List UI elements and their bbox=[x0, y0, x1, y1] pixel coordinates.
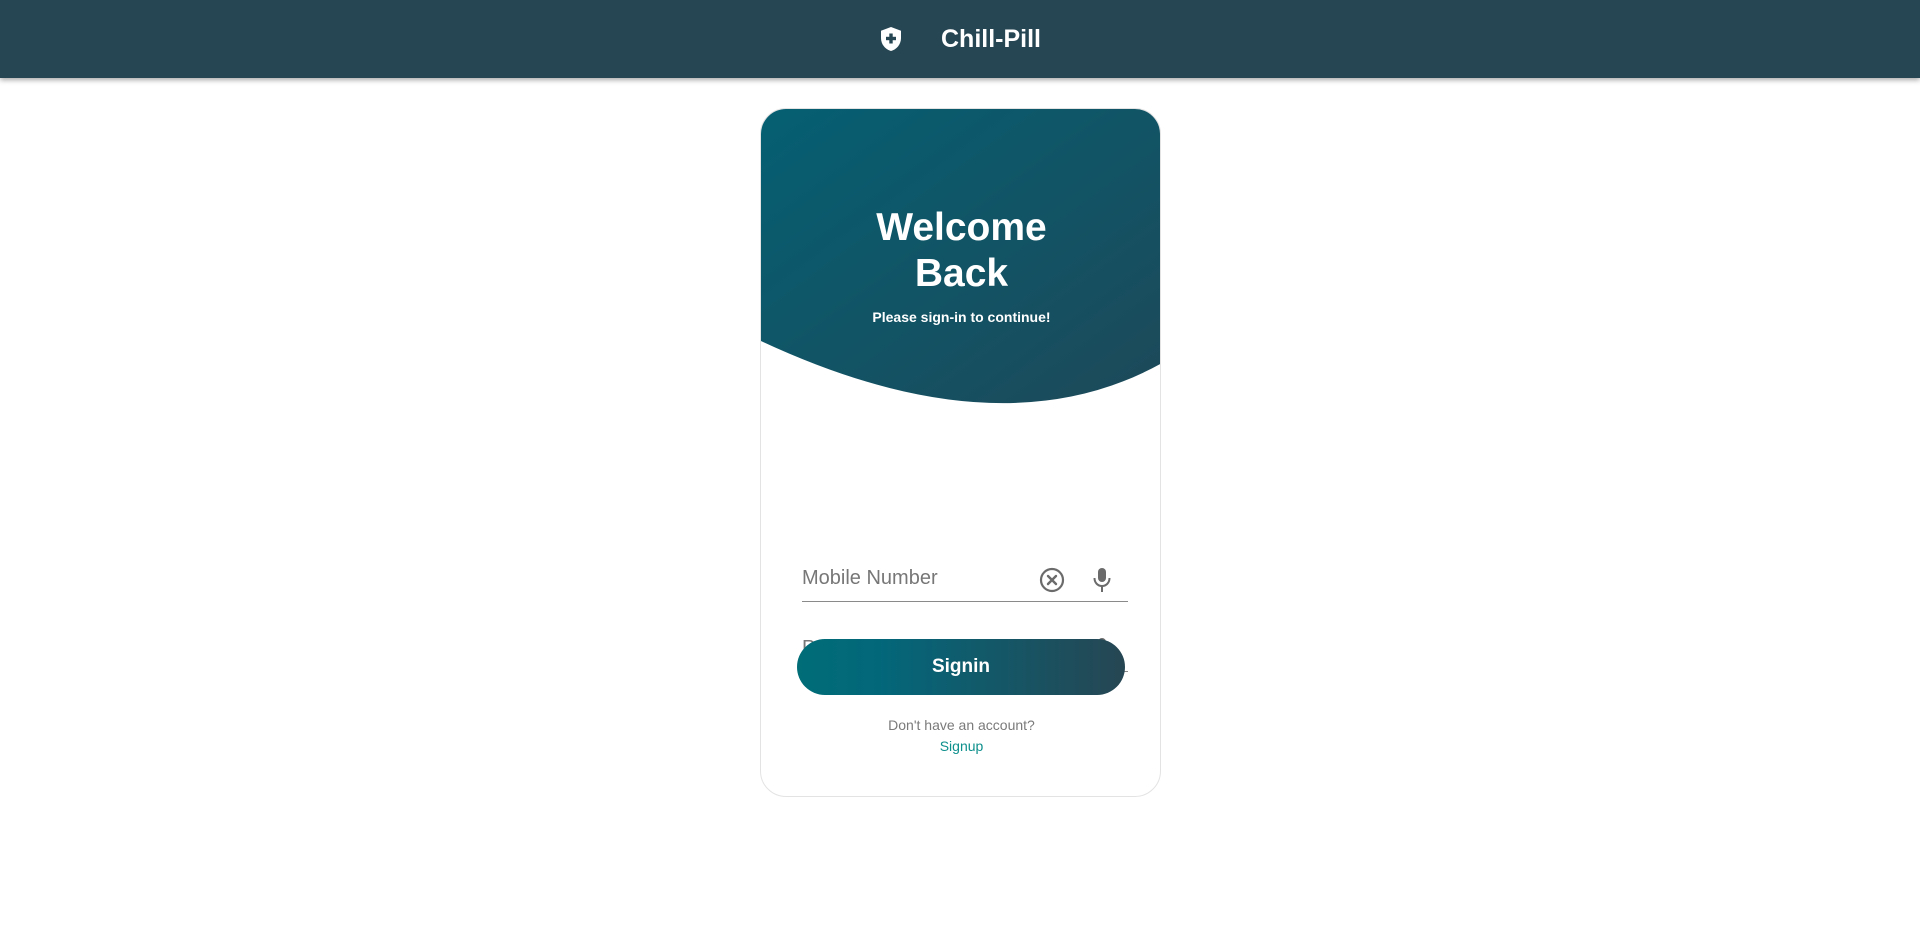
microphone-icon[interactable] bbox=[1088, 566, 1116, 594]
mobile-number-input[interactable] bbox=[802, 558, 1032, 598]
signin-button[interactable]: Signin bbox=[797, 639, 1125, 695]
app-header: Chill-Pill bbox=[0, 0, 1920, 78]
welcome-heading: Welcome Back bbox=[876, 206, 1047, 295]
mobile-number-field bbox=[802, 558, 1128, 602]
login-card: Welcome Back Please sign-in to continue! bbox=[760, 108, 1161, 797]
signup-link[interactable]: Signup bbox=[761, 738, 1160, 754]
app-title: Chill-Pill bbox=[941, 24, 1041, 53]
welcome-subtitle: Please sign-in to continue! bbox=[872, 309, 1051, 325]
no-account-text: Don't have an account? bbox=[888, 717, 1035, 733]
clear-circle-icon[interactable] bbox=[1038, 566, 1066, 594]
welcome-banner: Welcome Back Please sign-in to continue! bbox=[761, 109, 1160, 419]
shield-plus-icon bbox=[879, 26, 903, 52]
